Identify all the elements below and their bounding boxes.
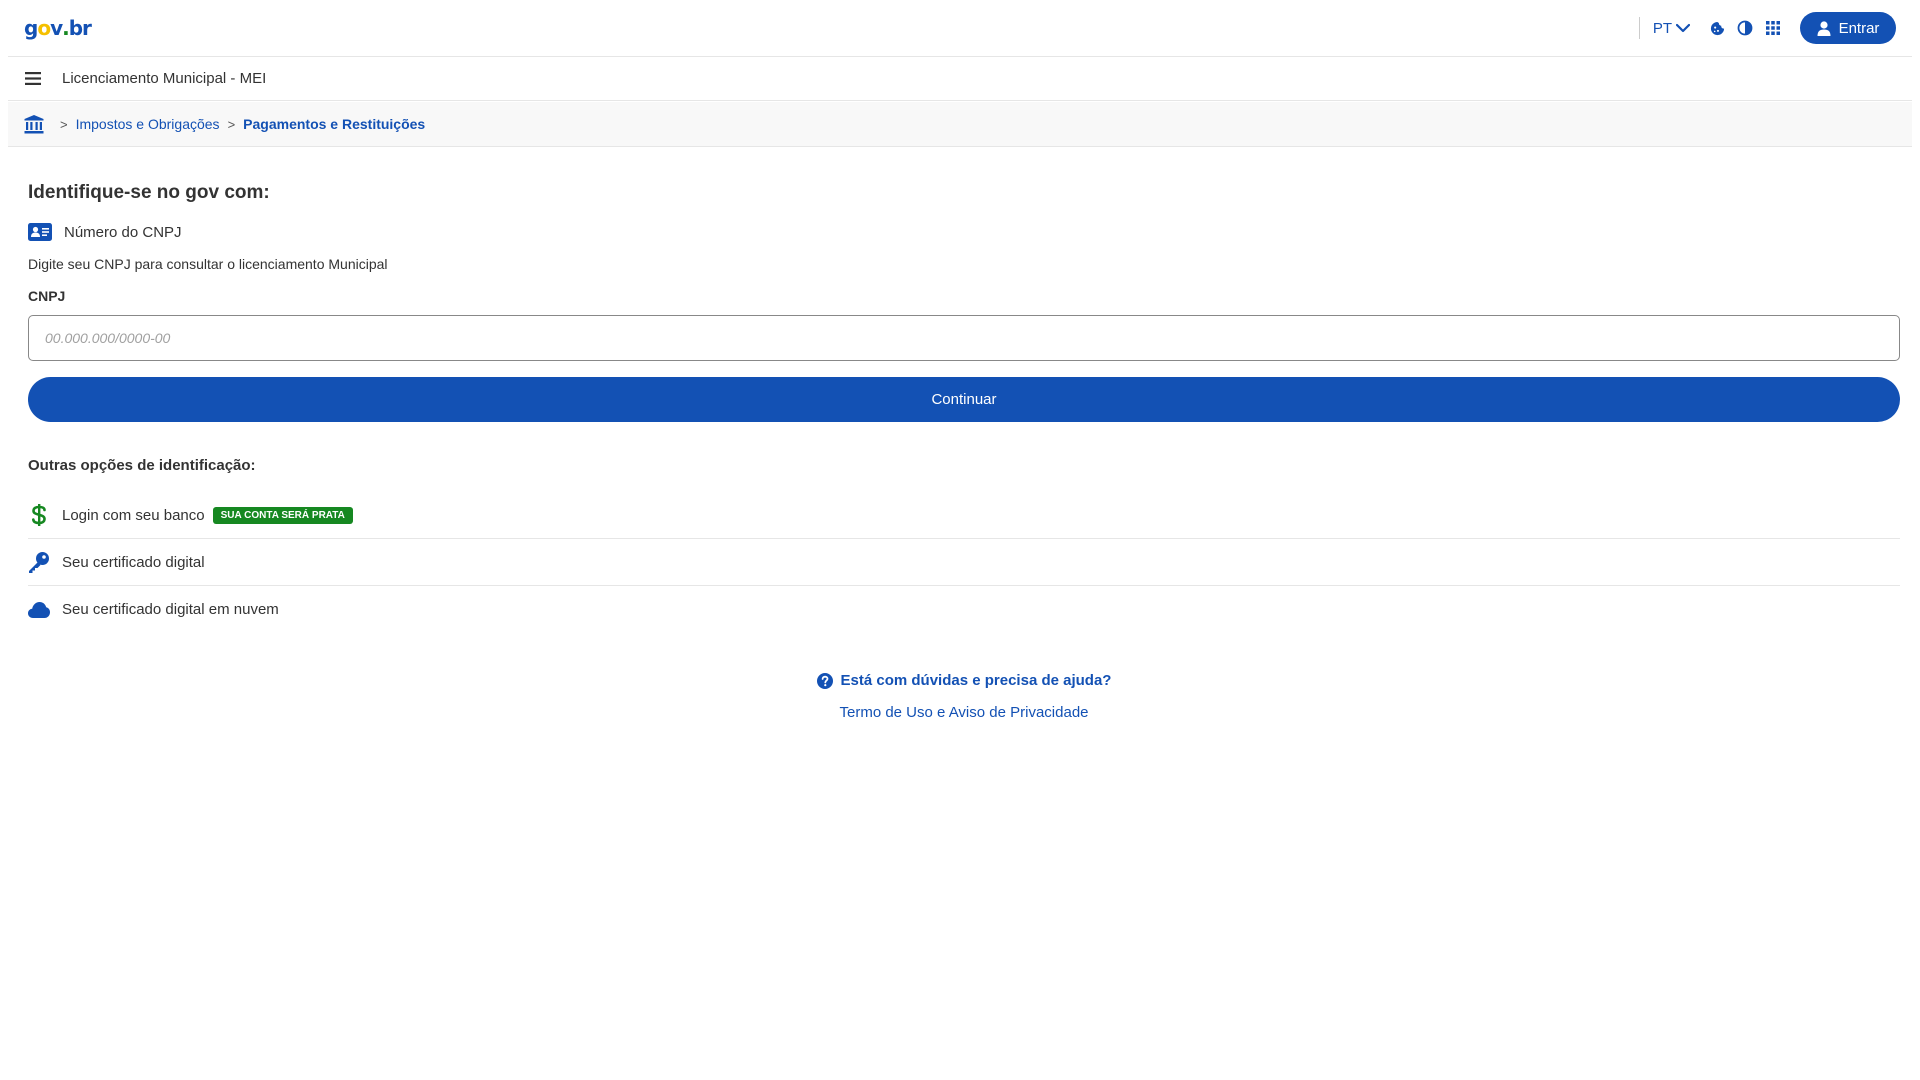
- govbr-logo[interactable]: g o v. br: [24, 16, 92, 40]
- contrast-icon[interactable]: [1736, 19, 1754, 37]
- option-bank-login[interactable]: Login com seu banco SUA CONTA SERÁ PRATA: [28, 492, 1900, 539]
- breadcrumb-item-pagamentos[interactable]: Pagamentos e Restituições: [243, 116, 425, 132]
- chevron-down-icon: [1676, 23, 1690, 33]
- login-button[interactable]: Entrar: [1800, 12, 1896, 44]
- question-circle-icon: [816, 672, 833, 689]
- cnpj-field-label: CNPJ: [28, 288, 66, 304]
- option-label: Seu certificado digital em nuvem: [62, 601, 279, 618]
- cnpj-method-label: Número do CNPJ: [64, 223, 182, 241]
- user-icon: [1817, 20, 1831, 36]
- top-header: g o v. br PT Entrar: [8, 0, 1912, 57]
- key-icon: [28, 551, 50, 573]
- government-building-icon: [24, 114, 44, 133]
- service-title: Licenciamento Municipal - MEI: [62, 70, 267, 87]
- terms-link[interactable]: Termo de Uso e Aviso de Privacidade: [839, 704, 1088, 721]
- hamburger-menu-icon[interactable]: [25, 70, 43, 88]
- other-options-title: Outras opções de identificação:: [28, 457, 256, 474]
- help-label: Está com dúvidas e precisa de ajuda?: [840, 672, 1112, 689]
- option-digital-certificate[interactable]: Seu certificado digital: [28, 539, 1900, 586]
- breadcrumb-home[interactable]: [24, 114, 44, 134]
- option-cloud-certificate[interactable]: Seu certificado digital em nuvem: [28, 586, 1900, 633]
- help-link[interactable]: Está com dúvidas e precisa de ajuda?: [28, 672, 1900, 689]
- option-label: Seu certificado digital: [62, 553, 205, 571]
- other-options-list: Login com seu banco SUA CONTA SERÁ PRATA…: [28, 492, 1900, 633]
- continue-button[interactable]: Continuar: [28, 377, 1900, 422]
- header-divider: [1638, 17, 1640, 39]
- breadcrumb-separator: >: [227, 116, 236, 132]
- service-bar: Licenciamento Municipal - MEI: [8, 57, 1912, 101]
- logo-letter: g: [24, 16, 38, 40]
- id-card-icon: [28, 223, 52, 241]
- language-selector[interactable]: PT: [1653, 20, 1690, 37]
- cookie-icon[interactable]: [1708, 19, 1726, 37]
- login-label: Entrar: [1838, 19, 1880, 37]
- dollar-icon: [28, 504, 50, 526]
- header-actions: PT Entrar: [1638, 0, 1896, 56]
- cnpj-input[interactable]: [28, 315, 1900, 361]
- breadcrumb-item-impostos[interactable]: Impostos e Obrigações: [76, 116, 220, 132]
- status-badge: SUA CONTA SERÁ PRATA: [212, 506, 353, 524]
- page-title: Identifique-se no gov com:: [28, 182, 270, 203]
- page: g o v. br PT Entrar Licenciamento Munici…: [0, 0, 1920, 1080]
- language-label: PT: [1652, 19, 1672, 37]
- cnpj-description: Digite seu CNPJ para consultar o licenci…: [28, 256, 388, 272]
- option-label: Login com seu banco: [62, 506, 205, 524]
- cloud-icon: [28, 599, 50, 621]
- logo-letter: v: [50, 16, 63, 40]
- breadcrumb: > Impostos e Obrigações > Pagamentos e R…: [8, 102, 1912, 147]
- cnpj-method: Número do CNPJ: [28, 223, 182, 241]
- terms-row: Termo de Uso e Aviso de Privacidade: [28, 704, 1900, 721]
- logo-letter: br: [68, 16, 92, 40]
- apps-grid-icon[interactable]: [1764, 19, 1782, 37]
- breadcrumb-separator: >: [60, 116, 68, 132]
- logo-letter: o: [37, 16, 51, 40]
- logo-letter: .: [62, 16, 70, 40]
